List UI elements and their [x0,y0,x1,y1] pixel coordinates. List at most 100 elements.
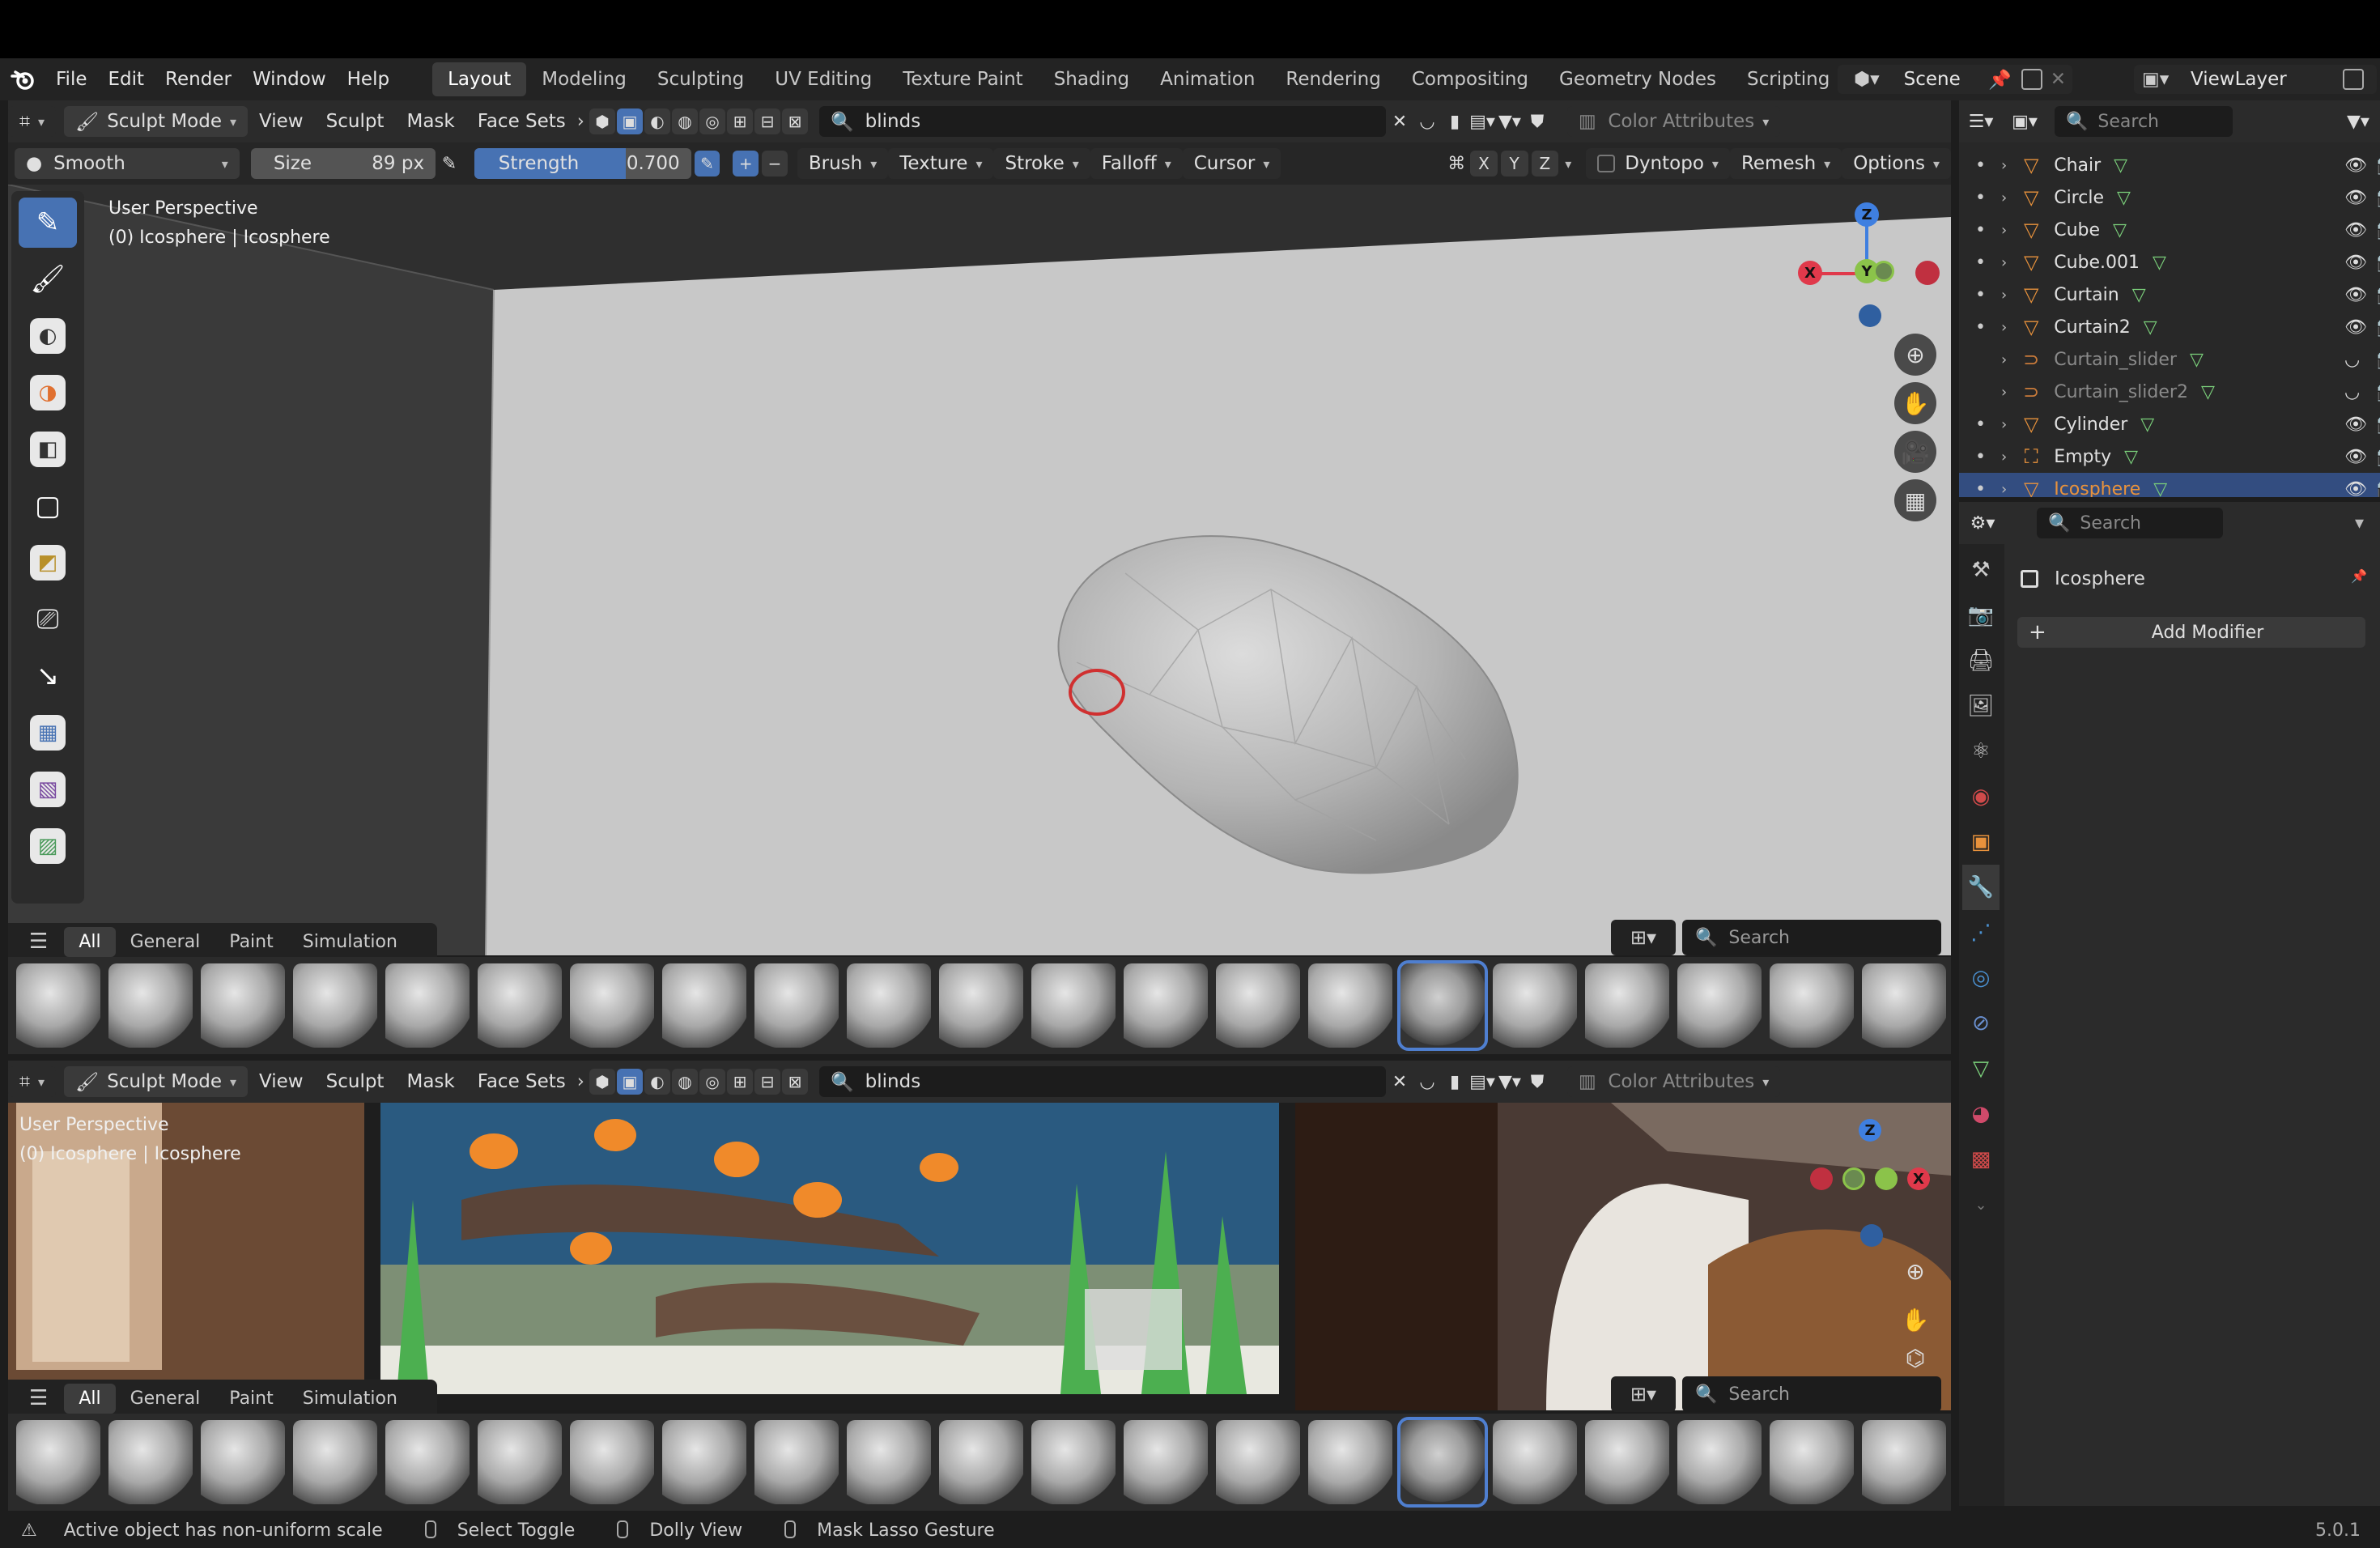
editor-type-button[interactable]: ⌗ ▾ [8,106,56,137]
bottom-viewport-search[interactable]: 🔍 blinds [819,1066,1386,1097]
display-mode-icon[interactable]: ▤▾ [1468,1068,1496,1095]
chevron-right-icon[interactable]: › [2001,287,2007,304]
brush-thumbnail[interactable] [1585,963,1669,1048]
brush-thumbnail[interactable] [1677,963,1762,1048]
texture-dropdown[interactable]: Texture ▾ [888,148,994,179]
eye-icon[interactable]: 👁 [2344,155,2367,176]
brush-thumbnail[interactable] [570,963,654,1048]
wireframe-toggle-icon[interactable]: ▣ [617,108,643,134]
subtract-direction-icon[interactable]: − [762,151,788,176]
chevron-right-icon[interactable]: › [2001,481,2007,498]
properties-options-caret[interactable]: ▾ [2355,513,2364,534]
display-mode-icon[interactable]: ▣▾ [2011,108,2038,135]
outliner-row[interactable]: • › ▽ Cube.001 ▽ 👁 📷 [1959,246,2380,279]
shield-icon[interactable]: ⛊ [1524,1068,1551,1095]
top-3d-viewport[interactable]: User Perspective (0) Icosphere | Icosphe… [8,185,1951,955]
modifier-tab-icon[interactable]: 🔧 [1962,865,2000,910]
view-layer-tab-icon[interactable]: 🖼 [1962,683,2000,729]
brush-thumbnail[interactable] [1124,963,1208,1048]
pin-icon[interactable]: 📌 [1988,69,2012,91]
gizmo-icon[interactable]: ⊠ [782,108,808,134]
material-shading-icon[interactable]: ◍ [672,1069,698,1095]
add-modifier-button[interactable]: + Add Modifier [2017,617,2365,648]
menu-window[interactable]: Window [242,69,337,90]
brush-thumbnail[interactable] [385,963,470,1048]
brush-thumbnail[interactable] [478,963,562,1048]
shelf-tab-paint[interactable]: Paint [215,927,287,957]
solid-shading-icon[interactable]: ◐ [644,108,670,134]
brush-thumbnail[interactable] [1493,963,1577,1048]
overlay-icon[interactable]: ⊞ [727,108,753,134]
brush-thumbnail[interactable] [293,963,377,1048]
bottom-menu-mask[interactable]: Mask [395,1071,465,1092]
brush-thumbnail[interactable] [1216,963,1300,1048]
bottom-color-attributes-dropdown[interactable]: ▥ Color Attributes ▾ [1567,1066,1781,1097]
brush-thumbnail[interactable] [1677,1420,1762,1504]
object-color-icon[interactable]: ⬢ [589,108,615,134]
brush-thumbnail[interactable] [754,1420,839,1504]
bottom-3d-viewport[interactable]: User Perspective (0) Icosphere | Icosphe… [8,1103,1951,1410]
tool-brush-active[interactable]: ✎ [19,198,77,248]
options-dropdown[interactable]: Options ▾ [1842,148,1951,179]
bottom-gizmo-x-axis[interactable]: X [1907,1167,1930,1190]
clear-search-icon[interactable]: ✕ [1386,1068,1413,1095]
bottom-menu-view[interactable]: View [248,1071,315,1092]
brush-dropdown[interactable]: Brush ▾ [797,148,889,179]
brush-thumbnail[interactable] [1124,1420,1208,1504]
brush-thumbnail[interactable] [1585,1420,1669,1504]
bottom-gizmo-z-axis[interactable]: Z [1859,1119,1881,1142]
eye-icon[interactable]: 👁 [2344,285,2367,305]
brush-thumbnail[interactable] [108,1420,193,1504]
tab-uv-editing[interactable]: UV Editing [759,62,887,96]
bottom-shelf-display-toggle[interactable]: ⊞▾ [1611,1376,1676,1412]
render-camera-icon[interactable]: 📷 [2377,220,2380,240]
bottom-gizmo-neg-x-axis[interactable] [1810,1167,1833,1190]
properties-editor-type-icon[interactable]: ⚙▾ [1969,509,1996,537]
shelf-menu-icon[interactable]: ☰ [8,929,64,954]
brush-thumbnail[interactable] [1216,1420,1300,1504]
strength-slider[interactable]: Strength 0.700 [474,148,691,179]
overlay-icon[interactable]: ⊞ [727,1069,753,1095]
brush-thumbnail[interactable] [385,1420,470,1504]
tab-compositing[interactable]: Compositing [1396,62,1544,96]
gizmo-neg-y-axis[interactable] [1873,261,1894,282]
tool-color-filter[interactable]: ▨ [19,821,77,871]
tool-line-project[interactable]: ↘ [19,651,77,701]
render-camera-icon[interactable]: 📷 [2377,447,2380,467]
world-tab-icon[interactable]: ◉ [1962,774,2000,819]
add-direction-icon[interactable]: + [733,151,759,176]
view-layer-selector[interactable]: ▣▾ ViewLayer [2134,65,2377,94]
zoom-icon[interactable]: ⊕ [1894,334,1936,376]
chevron-right-icon[interactable]: › [2001,254,2007,271]
outliner-row[interactable]: • › ▽ Curtain ▽ 👁 📷 [1959,279,2380,311]
clear-search-icon[interactable]: ✕ [1386,108,1413,135]
scene-selector[interactable]: ⬢▾ Scene 📌 ✕ [1838,65,2072,94]
menu-face-sets[interactable]: Face Sets [466,111,577,132]
size-pressure-icon[interactable]: ✎ [436,150,463,177]
data-tab-icon[interactable]: ▽ [1962,1046,2000,1091]
render-camera-icon[interactable]: 📷 [2377,382,2380,402]
gizmo-z-axis[interactable]: Z [1855,202,1879,227]
menu-mask[interactable]: Mask [395,111,465,132]
bottom-gizmo-neg-y-axis[interactable] [1842,1167,1865,1190]
render-camera-icon[interactable]: 📷 [2377,155,2380,176]
scene-tab-icon[interactable]: ⚛ [1962,729,2000,774]
render-camera-icon[interactable]: 📷 [2377,479,2380,498]
dyntopo-dropdown[interactable]: Dyntopo ▾ [1586,148,1730,179]
chevron-right-icon[interactable]: › [2001,319,2007,336]
bottom-pan-hand-icon[interactable]: ✋ [1894,1299,1936,1341]
particles-tab-icon[interactable]: ⋰ [1962,910,2000,955]
tab-geometry-nodes[interactable]: Geometry Nodes [1544,62,1732,96]
tool-box-trim[interactable]: ⎚ [19,594,77,644]
menu-edit[interactable]: Edit [98,69,155,90]
color-attributes-dropdown[interactable]: ▥ Color Attributes ▾ [1567,106,1781,137]
outliner-row[interactable]: • › ▽ Icosphere ▽ 👁 📷 [1959,473,2380,497]
shelf-tab-general[interactable]: General [116,927,215,957]
brush-thumbnail[interactable] [1308,963,1392,1048]
dyntopo-checkbox[interactable] [1597,155,1616,172]
material-shading-icon[interactable]: ◍ [672,108,698,134]
render-tab-icon[interactable]: 📷 [1962,593,2000,638]
rendered-shading-icon[interactable]: ◎ [699,108,725,134]
camera-view-icon[interactable]: 🎥 [1894,431,1936,473]
strength-pressure-icon[interactable]: ✎ [694,151,720,176]
